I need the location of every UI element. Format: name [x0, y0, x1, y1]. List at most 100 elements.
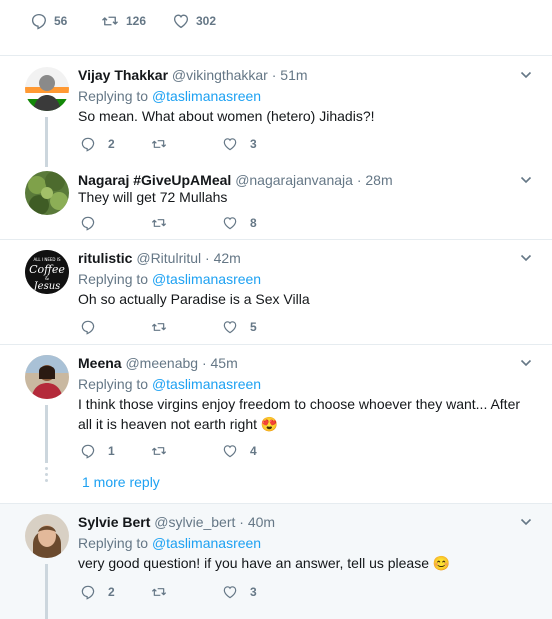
heart-icon — [222, 215, 238, 231]
reply-count: 2 — [108, 137, 115, 151]
display-name[interactable]: Vijay Thakkar — [78, 67, 168, 83]
timestamp[interactable]: 42m — [214, 250, 241, 266]
tweet-header: Vijay Thakkar @vikingthakkar · 51m — [78, 67, 308, 83]
avatar[interactable]: ALL I NEED IS Coffee & Jesus — [25, 250, 69, 294]
svg-text:Jesus: Jesus — [32, 281, 61, 292]
tweet-text: Oh so actually Paradise is a Sex Villa — [78, 291, 310, 307]
reply-icon — [80, 319, 96, 335]
reply-tweet[interactable]: Meena @meenabg · 45m Replying to @taslim… — [0, 345, 552, 503]
retweet-icon — [100, 12, 120, 30]
like-count: 302 — [196, 14, 217, 28]
tweet-header: ritulistic @Ritulritul · 42m — [78, 250, 241, 266]
svg-text:ALL I NEED IS: ALL I NEED IS — [33, 257, 60, 262]
chevron-down-icon[interactable] — [520, 69, 532, 81]
avatar[interactable] — [25, 355, 69, 399]
like-action[interactable]: 4 — [222, 443, 257, 459]
username[interactable]: @nagarajanvanaja — [235, 172, 353, 188]
display-name[interactable]: Nagaraj #GiveUpAMeal — [78, 172, 231, 188]
tweet-header: Meena @meenabg · 45m — [78, 355, 238, 371]
like-count: 3 — [250, 585, 257, 599]
reply-action[interactable]: 1 — [80, 443, 115, 459]
reply-icon — [80, 215, 96, 231]
replying-to: Replying to @taslimanasreen — [78, 535, 262, 551]
reply-count: 2 — [108, 585, 115, 599]
top-action-bar: 56 126 302 — [0, 0, 552, 56]
like-action[interactable]: 302 — [172, 12, 216, 30]
retweet-action[interactable]: 126 — [100, 12, 146, 30]
retweet-count: 126 — [126, 14, 147, 28]
username[interactable]: @Ritulritul — [136, 250, 201, 266]
thread-line — [45, 564, 48, 619]
reply-action[interactable] — [80, 215, 108, 231]
reply-count: 1 — [108, 444, 115, 458]
reply-action[interactable]: 2 — [80, 136, 115, 152]
chevron-down-icon[interactable] — [520, 252, 532, 264]
chevron-down-icon[interactable] — [520, 516, 532, 528]
reply-icon — [80, 443, 96, 459]
thread-dots — [45, 467, 48, 485]
heart-icon — [222, 319, 238, 335]
timestamp[interactable]: 51m — [280, 67, 307, 83]
thread-line — [45, 117, 48, 167]
timestamp[interactable]: 28m — [365, 172, 392, 188]
mention-link[interactable]: @taslimanasreen — [152, 376, 261, 392]
reply-action[interactable]: 56 — [30, 12, 67, 30]
mention-link[interactable]: @taslimanasreen — [152, 271, 261, 287]
mention-link[interactable]: @taslimanasreen — [152, 535, 261, 551]
chevron-down-icon[interactable] — [520, 357, 532, 369]
tweet-header: Sylvie Bert @sylvie_bert · 40m — [78, 514, 276, 530]
thread-line — [45, 405, 48, 463]
retweet-action[interactable] — [150, 319, 180, 335]
reply-count: 56 — [54, 14, 68, 28]
tweet-text: So mean. What about women (hetero) Jihad… — [78, 108, 375, 124]
tweet-text: very good question! if you have an answe… — [78, 555, 451, 571]
reply-tweet[interactable]: Nagaraj #GiveUpAMeal @nagarajanvanaja · … — [0, 167, 552, 239]
username[interactable]: @meenabg — [125, 355, 198, 371]
reply-action[interactable]: 2 — [80, 584, 115, 600]
retweet-icon — [150, 319, 168, 335]
like-count: 3 — [250, 137, 257, 151]
like-action[interactable]: 8 — [222, 215, 257, 231]
more-replies-link[interactable]: 1 more reply — [82, 474, 160, 490]
reply-icon — [30, 12, 48, 30]
like-action[interactable]: 3 — [222, 584, 257, 600]
heart-icon — [222, 584, 238, 600]
display-name[interactable]: Meena — [78, 355, 122, 371]
tweet-text: I think those virgins enjoy freedom to c… — [78, 396, 521, 432]
avatar[interactable] — [25, 171, 69, 215]
replying-to: Replying to @taslimanasreen — [78, 376, 262, 392]
tweet-text: They will get 72 Mullahs — [78, 189, 228, 205]
timestamp[interactable]: 45m — [211, 355, 238, 371]
reply-icon — [80, 136, 96, 152]
retweet-icon — [150, 584, 168, 600]
reply-tweet[interactable]: ALL I NEED IS Coffee & Jesus ritulistic … — [0, 240, 552, 344]
display-name[interactable]: Sylvie Bert — [78, 514, 150, 530]
username[interactable]: @vikingthakkar — [172, 67, 268, 83]
reply-icon — [80, 584, 96, 600]
retweet-icon — [150, 136, 168, 152]
chevron-down-icon[interactable] — [520, 174, 532, 186]
retweet-action[interactable] — [150, 215, 180, 231]
like-count: 8 — [250, 216, 257, 230]
retweet-action[interactable] — [150, 584, 180, 600]
svg-text:Coffee: Coffee — [29, 263, 65, 276]
like-action[interactable]: 5 — [222, 319, 257, 335]
timestamp[interactable]: 40m — [248, 514, 275, 530]
reply-tweet[interactable]: Vijay Thakkar @vikingthakkar · 51m Reply… — [0, 57, 552, 167]
replying-to: Replying to @taslimanasreen — [78, 88, 262, 104]
like-count: 4 — [250, 444, 257, 458]
heart-icon — [222, 136, 238, 152]
avatar[interactable] — [25, 514, 69, 558]
heart-icon — [222, 443, 238, 459]
mention-link[interactable]: @taslimanasreen — [152, 88, 261, 104]
display-name[interactable]: ritulistic — [78, 250, 132, 266]
replying-to: Replying to @taslimanasreen — [78, 271, 262, 287]
like-action[interactable]: 3 — [222, 136, 257, 152]
reply-tweet[interactable]: Sylvie Bert @sylvie_bert · 40m Replying … — [0, 504, 552, 619]
avatar[interactable] — [25, 67, 69, 111]
reply-action[interactable] — [80, 319, 108, 335]
retweet-action[interactable] — [150, 443, 180, 459]
heart-icon — [172, 12, 190, 30]
username[interactable]: @sylvie_bert — [154, 514, 235, 530]
retweet-action[interactable] — [150, 136, 180, 152]
